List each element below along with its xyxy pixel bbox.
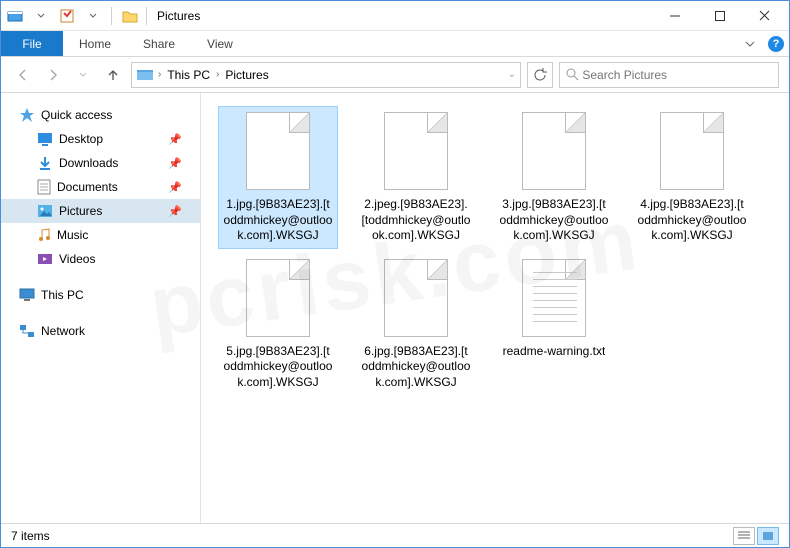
pin-icon: 📌 bbox=[168, 157, 182, 170]
file-thumb bbox=[381, 111, 451, 191]
chevron-right-icon[interactable]: › bbox=[214, 69, 221, 80]
file-item[interactable]: 6.jpg.[9B83AE23].[toddmhickey@outlook.co… bbox=[357, 254, 475, 395]
pictures-icon bbox=[37, 204, 53, 218]
chevron-down-icon[interactable]: ⌄ bbox=[506, 69, 518, 80]
folder-icon bbox=[136, 66, 154, 84]
qat-dropdown-icon-2[interactable] bbox=[81, 5, 105, 27]
tree-label: This PC bbox=[41, 288, 84, 302]
tree-network[interactable]: Network bbox=[1, 319, 200, 343]
title-bar: Pictures bbox=[1, 1, 789, 31]
ribbon-expand-icon[interactable] bbox=[737, 31, 763, 56]
downloads-icon bbox=[37, 155, 53, 171]
desktop-icon bbox=[37, 132, 53, 146]
tree-label: Quick access bbox=[41, 108, 112, 122]
file-item[interactable]: 4.jpg.[9B83AE23].[toddmhickey@outlook.co… bbox=[633, 107, 751, 248]
forward-button[interactable] bbox=[41, 63, 65, 87]
file-thumb bbox=[381, 258, 451, 338]
explorer-icon[interactable] bbox=[3, 5, 27, 27]
separator bbox=[111, 7, 112, 25]
window-title: Pictures bbox=[157, 9, 200, 23]
tree-music[interactable]: Music bbox=[1, 223, 200, 247]
music-icon bbox=[37, 227, 51, 243]
star-icon bbox=[19, 107, 35, 123]
minimize-button[interactable] bbox=[652, 1, 697, 31]
status-bar: 7 items bbox=[1, 523, 789, 547]
file-name: 4.jpg.[9B83AE23].[toddmhickey@outlook.co… bbox=[637, 197, 747, 244]
file-list[interactable]: 1.jpg.[9B83AE23].[toddmhickey@outlook.co… bbox=[201, 93, 789, 523]
pin-icon: 📌 bbox=[168, 205, 182, 218]
address-bar[interactable]: › This PC › Pictures ⌄ bbox=[131, 62, 521, 88]
file-item[interactable]: 3.jpg.[9B83AE23].[toddmhickey@outlook.co… bbox=[495, 107, 613, 248]
tree-this-pc[interactable]: This PC bbox=[1, 283, 200, 307]
file-item[interactable]: readme-warning.txt bbox=[495, 254, 613, 395]
separator bbox=[146, 7, 147, 25]
breadcrumb-current[interactable]: Pictures bbox=[221, 68, 272, 82]
file-item[interactable]: 2.jpeg.[9B83AE23].[toddmhickey@outlook.c… bbox=[357, 107, 475, 248]
pin-icon: 📌 bbox=[168, 181, 182, 194]
search-icon bbox=[566, 68, 579, 81]
view-details-button[interactable] bbox=[733, 527, 755, 545]
videos-icon bbox=[37, 252, 53, 266]
tree-documents[interactable]: Documents 📌 bbox=[1, 175, 200, 199]
tree-label: Pictures bbox=[59, 204, 102, 218]
search-input[interactable] bbox=[582, 68, 772, 82]
nav-tree[interactable]: Quick access Desktop 📌 Downloads 📌 Docum… bbox=[1, 93, 201, 523]
file-name: 5.jpg.[9B83AE23].[toddmhickey@outlook.co… bbox=[223, 344, 333, 391]
file-name: 6.jpg.[9B83AE23].[toddmhickey@outlook.co… bbox=[361, 344, 471, 391]
tree-label: Music bbox=[57, 228, 88, 242]
tree-label: Network bbox=[41, 324, 85, 338]
network-icon bbox=[19, 324, 35, 338]
file-name: 2.jpeg.[9B83AE23].[toddmhickey@outlook.c… bbox=[361, 197, 471, 244]
file-thumb bbox=[519, 258, 589, 338]
file-thumb bbox=[519, 111, 589, 191]
tree-label: Desktop bbox=[59, 132, 103, 146]
search-box[interactable] bbox=[559, 62, 779, 88]
file-name: 3.jpg.[9B83AE23].[toddmhickey@outlook.co… bbox=[499, 197, 609, 244]
breadcrumb-root[interactable]: This PC bbox=[163, 68, 214, 82]
recent-dropdown-icon[interactable] bbox=[71, 63, 95, 87]
pc-icon bbox=[19, 288, 35, 302]
back-button[interactable] bbox=[11, 63, 35, 87]
file-thumb bbox=[657, 111, 727, 191]
main-area: Quick access Desktop 📌 Downloads 📌 Docum… bbox=[1, 93, 789, 523]
tab-home[interactable]: Home bbox=[63, 31, 127, 56]
file-item[interactable]: 1.jpg.[9B83AE23].[toddmhickey@outlook.co… bbox=[219, 107, 337, 248]
ribbon: File Home Share View ? bbox=[1, 31, 789, 57]
up-button[interactable] bbox=[101, 63, 125, 87]
tab-view[interactable]: View bbox=[191, 31, 249, 56]
chevron-right-icon[interactable]: › bbox=[156, 69, 163, 80]
qat-dropdown-icon[interactable] bbox=[29, 5, 53, 27]
item-count: 7 items bbox=[11, 529, 50, 543]
qat-properties-icon[interactable] bbox=[55, 5, 79, 27]
tab-share[interactable]: Share bbox=[127, 31, 191, 56]
file-thumb bbox=[243, 111, 313, 191]
tree-desktop[interactable]: Desktop 📌 bbox=[1, 127, 200, 151]
tree-label: Videos bbox=[59, 252, 95, 266]
maximize-button[interactable] bbox=[697, 1, 742, 31]
tree-quick-access[interactable]: Quick access bbox=[1, 103, 200, 127]
nav-row: › This PC › Pictures ⌄ bbox=[1, 57, 789, 93]
tree-label: Downloads bbox=[59, 156, 118, 170]
tree-pictures[interactable]: Pictures 📌 bbox=[1, 199, 200, 223]
folder-icon bbox=[118, 5, 142, 27]
pin-icon: 📌 bbox=[168, 133, 182, 146]
tree-label: Documents bbox=[57, 180, 118, 194]
file-name: 1.jpg.[9B83AE23].[toddmhickey@outlook.co… bbox=[223, 197, 333, 244]
refresh-button[interactable] bbox=[527, 62, 553, 88]
help-icon: ? bbox=[768, 36, 784, 52]
close-button[interactable] bbox=[742, 1, 787, 31]
tree-downloads[interactable]: Downloads 📌 bbox=[1, 151, 200, 175]
tree-videos[interactable]: Videos bbox=[1, 247, 200, 271]
help-button[interactable]: ? bbox=[763, 31, 789, 56]
file-item[interactable]: 5.jpg.[9B83AE23].[toddmhickey@outlook.co… bbox=[219, 254, 337, 395]
documents-icon bbox=[37, 179, 51, 195]
file-tab[interactable]: File bbox=[1, 31, 63, 56]
file-name: readme-warning.txt bbox=[503, 344, 606, 360]
file-thumb bbox=[243, 258, 313, 338]
view-large-icons-button[interactable] bbox=[757, 527, 779, 545]
